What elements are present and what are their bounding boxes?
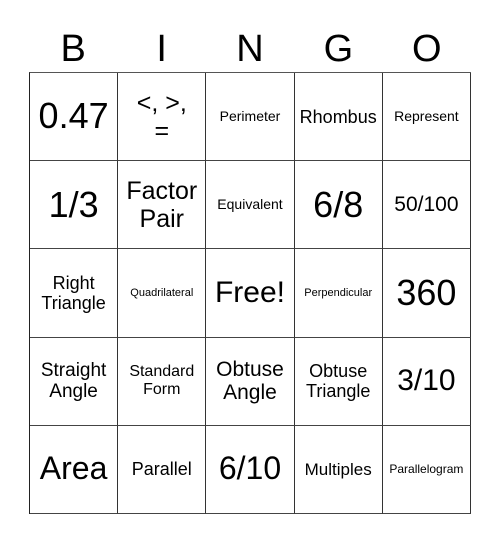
bingo-cell[interactable]: 3/10 xyxy=(382,337,471,426)
cell-label: 50/100 xyxy=(394,193,459,217)
bingo-grid: 0.47 <, >, = Perimeter Rhombus Represent… xyxy=(29,72,471,514)
bingo-cell[interactable]: Equivalent xyxy=(206,161,295,250)
cell-label: 6/10 xyxy=(218,450,282,487)
free-space-label: Free! xyxy=(214,276,285,310)
bingo-cell[interactable]: Standard Form xyxy=(118,337,207,426)
cell-label: 360 xyxy=(396,271,457,313)
header-letter-i: I xyxy=(156,28,167,70)
bingo-cell[interactable]: Quadrilateral xyxy=(118,249,207,338)
bingo-cell[interactable]: 6/8 xyxy=(294,161,383,250)
cell-label: <, >, = xyxy=(136,88,187,145)
cell-label: Right Triangle xyxy=(41,272,106,313)
cell-label: Perimeter xyxy=(219,107,281,124)
cell-label: Represent xyxy=(394,107,459,124)
cell-label: Straight Angle xyxy=(40,359,107,403)
bingo-header: B I N G O xyxy=(29,26,471,72)
header-letter-n: N xyxy=(236,28,264,70)
cell-label: Factor Pair xyxy=(126,176,198,233)
cell-label: Area xyxy=(39,450,108,487)
cell-label: 0.47 xyxy=(38,95,109,137)
bingo-cell[interactable]: Factor Pair xyxy=(118,161,207,250)
cell-label: Standard Form xyxy=(129,363,195,399)
bingo-cell[interactable]: Obtuse Triangle xyxy=(294,337,383,426)
bingo-cell[interactable]: Multiples xyxy=(294,425,383,514)
cell-label: Parallel xyxy=(131,459,192,480)
bingo-cell[interactable]: 360 xyxy=(382,249,471,338)
cell-label: 6/8 xyxy=(313,183,364,225)
bingo-cell[interactable]: Straight Angle xyxy=(30,337,119,426)
cell-label: Parallelogram xyxy=(389,461,464,476)
cell-label: Quadrilateral xyxy=(130,286,194,299)
header-letter-b: B xyxy=(60,28,86,70)
header-letter-o: O xyxy=(412,28,442,70)
bingo-cell[interactable]: Free! xyxy=(206,249,295,338)
bingo-cell[interactable]: Perimeter xyxy=(206,73,295,162)
bingo-cell[interactable]: Obtuse Angle xyxy=(206,337,295,426)
bingo-cell[interactable]: Right Triangle xyxy=(30,249,119,338)
cell-label: Multiples xyxy=(304,459,372,479)
header-letter-g: G xyxy=(323,28,354,70)
bingo-cell[interactable]: Parallel xyxy=(118,425,207,514)
bingo-cell[interactable]: 50/100 xyxy=(382,161,471,250)
bingo-cell[interactable]: 6/10 xyxy=(206,425,295,514)
bingo-cell[interactable]: Rhombus xyxy=(294,73,383,162)
cell-label: Obtuse Triangle xyxy=(306,361,371,402)
bingo-cell[interactable]: Perpendicular xyxy=(294,249,383,338)
cell-label: 1/3 xyxy=(48,183,99,225)
bingo-cell[interactable]: 0.47 xyxy=(30,73,119,162)
bingo-cell[interactable]: <, >, = xyxy=(118,73,207,162)
bingo-cell[interactable]: Area xyxy=(30,425,119,514)
cell-label: Perpendicular xyxy=(304,286,373,299)
bingo-cell[interactable]: Represent xyxy=(382,73,471,162)
bingo-cell[interactable]: Parallelogram xyxy=(382,425,471,514)
cell-label: Obtuse Angle xyxy=(216,357,284,405)
cell-label: Rhombus xyxy=(299,106,377,127)
cell-label: 3/10 xyxy=(397,364,456,398)
cell-label: Equivalent xyxy=(217,195,283,212)
bingo-cell[interactable]: 1/3 xyxy=(30,161,119,250)
